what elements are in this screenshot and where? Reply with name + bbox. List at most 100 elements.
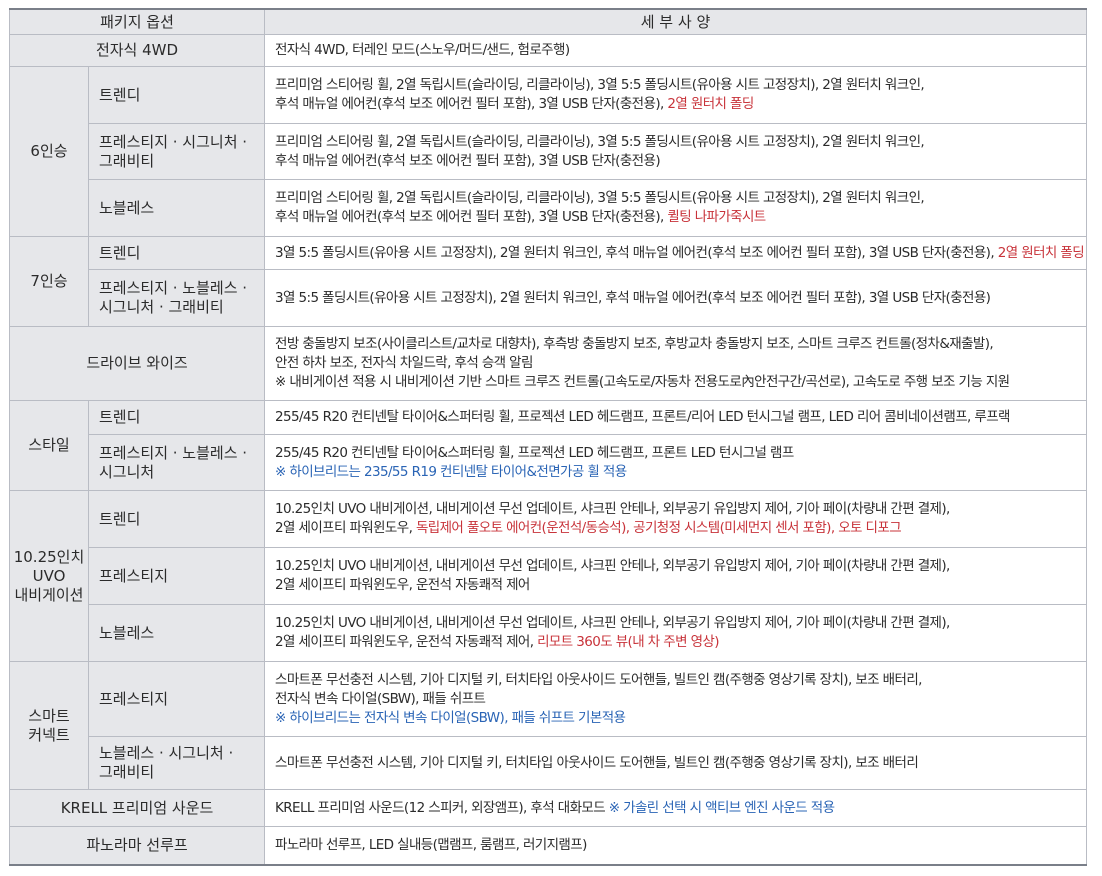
group-navigation: 10.25인치 UVO 내비게이션 [9,490,89,662]
detail-nav-trendy: 10.25인치 UVO 내비게이션, 내비게이션 무선 업데이트, 샤크핀 안테… [264,490,1087,548]
table-row: 7인승 트렌디 3열 5:5 폴딩시트(유아용 시트 고정장치), 2열 원터치… [9,236,1087,327]
group-krell: KRELL 프리미엄 사운드 [9,789,265,827]
detail-text: 2열 세이프티 파워윈도우, 운전석 자동쾌적 제어, [275,634,538,650]
detail-drivewise: 전방 충돌방지 보조(사이클리스트/교차로 대향차), 후측방 충돌방지 보조,… [264,326,1087,401]
sub-smart-prestige: 프레스티지 [88,661,265,737]
sub-label-line: 프레스티지 · 시그니처 · [99,132,248,151]
detail-line: 10.25인치 UVO 내비게이션, 내비게이션 무선 업데이트, 샤크핀 안테… [275,501,950,517]
highlight-text: 2열 원터치 폴딩 [997,244,1085,261]
detail-text: 후석 매뉴얼 에어컨(후석 보조 에어컨 필터 포함), 3열 USB 단자(충… [275,96,668,112]
table-header-row: 패키지 옵션 세 부 사 양 [9,8,1087,35]
detail-style-prestige: 255/45 R20 컨티넨탈 타이어&스퍼터링 휠, 프로젝션 LED 헤드램… [264,434,1087,491]
detail-text: 3열 5:5 폴딩시트(유아용 시트 고정장치), 2열 원터치 워크인, 후석… [275,244,998,261]
detail-note: ※ 가솔린 선택 시 액티브 엔진 사운드 적용 [608,799,835,816]
sub-7seat-prestige: 프레스티지 · 노블레스 · 시그니처 · 그래비티 [88,269,265,327]
highlight-text: 리모트 360도 뷰(내 차 주변 영상) [537,634,719,650]
detail-line: 전자식 변속 다이얼(SBW), 패들 쉬프트 [275,690,486,707]
sub-label-line: 시그니처 [99,462,155,481]
sub-label-line: 그래비티 [99,763,155,781]
table-row: 노블레스 10.25인치 UVO 내비게이션, 내비게이션 무선 업데이트, 샤… [10,604,1087,662]
detail-line: 후석 매뉴얼 에어컨(후석 보조 에어컨 필터 포함), 3열 USB 단자(충… [275,95,1080,114]
sub-label-line: 프레스티지 · 노블레스 · [99,443,248,462]
group-7seat: 7인승 [9,236,89,327]
group-6seat: 6인승 [9,66,89,237]
detail-note: ※ 내비게이션 적용 시 내비게이션 기반 스마트 크루즈 컨트롤(고속도로/자… [275,374,1010,390]
group-label-line: 내비게이션 [14,585,84,604]
highlight-text: 퀼팅 나파가죽시트 [667,209,766,225]
detail-sunroof: 파노라마 선루프, LED 실내등(맵램프, 룸램프, 러기지램프) [264,826,1087,865]
table-row: 전자식 4WD 전자식 4WD, 터레인 모드(스노우/머드/샌드, 험로주행) [9,34,1087,67]
sub-style-trendy: 트렌디 [88,400,265,435]
detail-line: 10.25인치 UVO 내비게이션, 내비게이션 무선 업데이트, 샤크핀 안테… [275,615,950,631]
table-row: 6인승 트렌디 프리미엄 스티어링 휠, 2열 독립시트(슬라이딩, 리클라이닝… [9,66,1087,237]
detail-line: 프리미엄 스티어링 휠, 2열 독립시트(슬라이딩, 리클라이닝), 3열 5:… [275,77,925,93]
detail-line: 10.25인치 UVO 내비게이션, 내비게이션 무선 업데이트, 샤크핀 안테… [275,558,950,574]
group-sunroof: 파노라마 선루프 [9,826,265,865]
sub-label-line: 프레스티지 · 노블레스 · [99,279,248,297]
detail-7seat-trendy: 3열 5:5 폴딩시트(유아용 시트 고정장치), 2열 원터치 워크인, 후석… [264,236,1087,270]
table-row: 프레스티지 10.25인치 UVO 내비게이션, 내비게이션 무선 업데이트, … [10,547,1087,605]
detail-6seat-prestige: 프리미엄 스티어링 휠, 2열 독립시트(슬라이딩, 리클라이닝), 3열 5:… [264,123,1087,180]
detail-nav-noblesse: 10.25인치 UVO 내비게이션, 내비게이션 무선 업데이트, 샤크핀 안테… [264,604,1087,662]
table-row: 노블레스 프리미엄 스티어링 휠, 2열 독립시트(슬라이딩, 리클라이닝), … [10,179,1087,237]
detail-nav-prestige: 10.25인치 UVO 내비게이션, 내비게이션 무선 업데이트, 샤크핀 안테… [264,547,1087,605]
detail-style-trendy: 255/45 R20 컨티넨탈 타이어&스퍼터링 휠, 프로젝션 LED 헤드램… [264,400,1087,435]
table-row: 프레스티지 · 시그니처 · 그래비티 프리미엄 스티어링 휠, 2열 독립시트… [10,123,1087,180]
table-row: 스타일 트렌디 255/45 R20 컨티넨탈 타이어&스퍼터링 휠, 프로젝션… [9,400,1087,491]
detail-7seat-prestige: 3열 5:5 폴딩시트(유아용 시트 고정장치), 2열 원터치 워크인, 후석… [264,269,1087,327]
detail-note: ※ 하이브리드는 235/55 R19 컨티넨탈 타이어&전면가공 휠 적용 [275,463,627,480]
detail-4wd: 전자식 4WD, 터레인 모드(스노우/머드/샌드, 험로주행) [264,34,1087,67]
group-label-line: 10.25인치 [13,547,85,566]
table-row: 프레스티지 · 노블레스 · 시그니처 · 그래비티 3열 5:5 폴딩시트(유… [10,269,1087,327]
detail-text: KRELL 프리미엄 사운드(12 스피커, 외장앰프), 후석 대화모드 [275,799,609,816]
table-row: 스마트 커넥트 프레스티지 스마트폰 무선충전 시스템, 기아 디지털 키, 터… [9,661,1087,790]
sub-label-line: 시그니처 · 그래비티 [99,298,224,316]
table-row: 드라이브 와이즈 전방 충돌방지 보조(사이클리스트/교차로 대향차), 후측방… [9,326,1087,401]
detail-line: 프리미엄 스티어링 휠, 2열 독립시트(슬라이딩, 리클라이닝), 3열 5:… [275,190,925,206]
group-smart-connect: 스마트 커넥트 [9,661,89,790]
detail-line: 2열 세이프티 파워윈도우, 운전석 자동쾌적 제어 [275,577,530,593]
sub-nav-prestige: 프레스티지 [88,547,265,605]
sub-6seat-trendy: 트렌디 [88,66,265,124]
detail-line: 안전 하차 보조, 전자식 차일드락, 후석 승객 알림 [275,355,533,371]
group-drivewise: 드라이브 와이즈 [9,326,265,401]
sub-7seat-trendy: 트렌디 [88,236,265,270]
detail-line: 255/45 R20 컨티넨탈 타이어&스퍼터링 휠, 프로젝션 LED 헤드램… [275,444,794,461]
detail-note: ※ 하이브리드는 전자식 변속 다이얼(SBW), 패들 쉬프트 기본적용 [275,709,626,726]
sub-label-line: 노블레스 · 시그니처 · [99,744,234,762]
detail-text: 2열 세이프티 파워윈도우, [275,520,416,536]
table-row: 파노라마 선루프 파노라마 선루프, LED 실내등(맵램프, 룸램프, 러기지… [9,826,1087,865]
table-row: 노블레스 · 시그니처 · 그래비티 스마트폰 무선충전 시스템, 기아 디지털… [10,736,1087,790]
table-row: 프레스티지 · 노블레스 · 시그니처 255/45 R20 컨티넨탈 타이어&… [10,434,1087,491]
detail-line: 스마트폰 무선충전 시스템, 기아 디지털 키, 터치타입 아웃사이드 도어핸들… [275,671,922,688]
package-options-table: 패키지 옵션 세 부 사 양 전자식 4WD 전자식 4WD, 터레인 모드(스… [9,8,1087,866]
sub-smart-noblesse: 노블레스 · 시그니처 · 그래비티 [88,736,265,790]
header-package-option: 패키지 옵션 [9,8,265,35]
detail-smart-noblesse: 스마트폰 무선충전 시스템, 기아 디지털 키, 터치타입 아웃사이드 도어핸들… [264,736,1087,790]
detail-line: 2열 세이프티 파워윈도우, 독립제어 풀오토 에어컨(운전석/동승석), 공기… [275,519,1080,538]
sub-label-line: 그래비티 [99,151,155,170]
detail-line: 후석 매뉴얼 에어컨(후석 보조 에어컨 필터 포함), 3열 USB 단자(충… [275,208,1080,227]
highlight-text: 2열 원터치 폴딩 [667,96,754,112]
detail-smart-prestige: 스마트폰 무선충전 시스템, 기아 디지털 키, 터치타입 아웃사이드 도어핸들… [264,661,1087,737]
detail-text: 후석 매뉴얼 에어컨(후석 보조 에어컨 필터 포함), 3열 USB 단자(충… [275,209,668,225]
detail-6seat-noblesse: 프리미엄 스티어링 휠, 2열 독립시트(슬라이딩, 리클라이닝), 3열 5:… [264,179,1087,237]
detail-line: 전방 충돌방지 보조(사이클리스트/교차로 대향차), 후측방 충돌방지 보조,… [275,336,994,352]
sub-6seat-prestige: 프레스티지 · 시그니처 · 그래비티 [88,123,265,180]
table-row: KRELL 프리미엄 사운드 KRELL 프리미엄 사운드(12 스피커, 외장… [9,789,1087,827]
sub-nav-noblesse: 노블레스 [88,604,265,662]
detail-line: 2열 세이프티 파워윈도우, 운전석 자동쾌적 제어, 리모트 360도 뷰(내… [275,633,1080,652]
group-label-line: UVO [32,566,66,585]
sub-nav-trendy: 트렌디 [88,490,265,548]
detail-6seat-trendy: 프리미엄 스티어링 휠, 2열 독립시트(슬라이딩, 리클라이닝), 3열 5:… [264,66,1087,124]
header-detail-spec: 세 부 사 양 [264,8,1087,35]
detail-krell: KRELL 프리미엄 사운드(12 스피커, 외장앰프), 후석 대화모드 ※ … [264,789,1087,827]
group-label-line: 커넥트 [28,725,70,744]
table-row: 10.25인치 UVO 내비게이션 트렌디 10.25인치 UVO 내비게이션,… [9,490,1087,662]
group-label-line: 스마트 [28,706,70,725]
sub-style-prestige: 프레스티지 · 노블레스 · 시그니처 [88,434,265,491]
group-style: 스타일 [9,400,89,491]
sub-6seat-noblesse: 노블레스 [88,179,265,237]
detail-line: 후석 매뉴얼 에어컨(후석 보조 에어컨 필터 포함), 3열 USB 단자(충… [275,152,661,169]
highlight-text: 독립제어 풀오토 에어컨(운전석/동승석), 공기청정 시스템(미세먼지 센서 … [415,520,902,536]
